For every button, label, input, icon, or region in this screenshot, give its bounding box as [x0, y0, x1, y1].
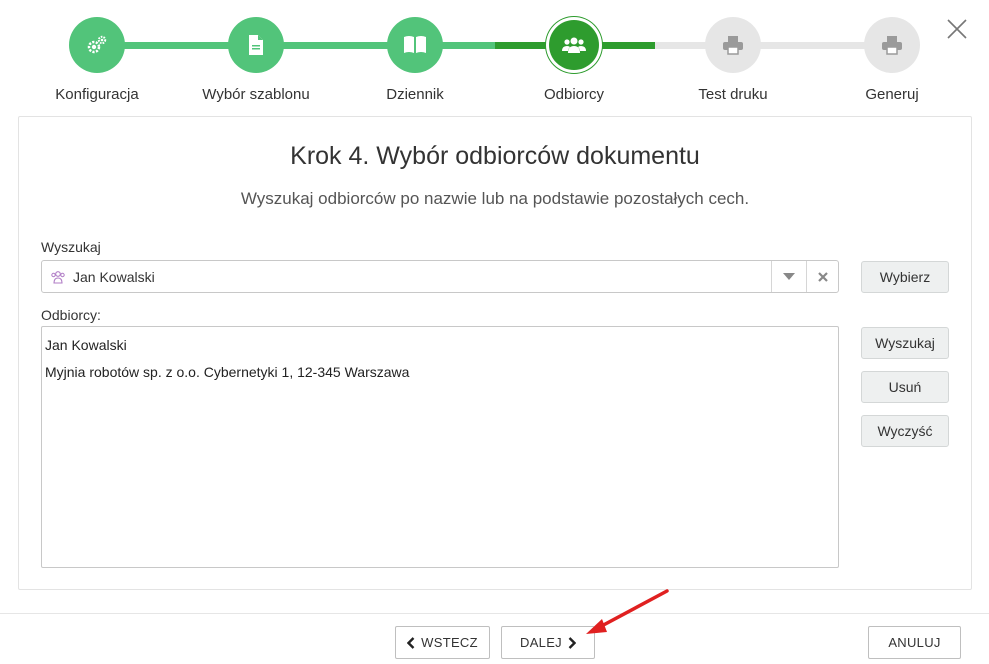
users-icon [562, 37, 586, 53]
cancel-button[interactable]: ANULUJ [868, 626, 961, 659]
step-label-odbiorcy: Odbiorcy [543, 86, 605, 103]
step-label-test-druku: Test druku [698, 86, 768, 103]
users-outline-icon [50, 269, 66, 285]
step-dziennik[interactable] [387, 17, 443, 73]
select-button[interactable]: Wybierz [861, 261, 949, 293]
recipient-line: Myjnia robotów sp. z o.o. Cybernetyki 1,… [45, 364, 410, 380]
dropdown-button[interactable] [771, 261, 806, 292]
step-generuj [864, 17, 920, 73]
step-label-generuj: Generuj [865, 86, 919, 103]
page-title: Krok 4. Wybór odbiorców dokumentu [290, 142, 700, 170]
step-wybor-szablonu[interactable] [228, 17, 284, 73]
chevron-right-icon [568, 636, 576, 649]
x-icon [818, 271, 828, 282]
search-input[interactable]: Jan Kowalski [73, 269, 155, 285]
page-subtitle: Wyszukaj odbiorców po nazwie lub na pods… [240, 189, 750, 208]
step-label-konfiguracja: Konfiguracja [55, 86, 139, 103]
recipients-label: Odbiorcy: [41, 307, 101, 323]
printer-icon [723, 36, 743, 55]
step-label-dziennik: Dziennik [386, 86, 444, 103]
book-icon [404, 36, 426, 53]
search-button[interactable]: Wyszukaj [861, 327, 949, 359]
step-odbiorcy[interactable] [549, 20, 599, 70]
main-panel: Krok 4. Wybór odbiorców dokumentu Wyszuk… [18, 116, 972, 590]
step-test-druku [705, 17, 761, 73]
printer-icon [882, 36, 902, 55]
recipients-textarea[interactable]: Jan Kowalski Myjnia robotów sp. z o.o. C… [41, 326, 839, 568]
caret-down-icon [783, 272, 795, 280]
remove-button[interactable]: Usuń [861, 371, 949, 403]
wizard-stepper: Konfiguracja Wybór szablonu Dziennik Odb… [0, 0, 989, 112]
step-label-wybor-szablonu: Wybór szablonu [202, 86, 310, 103]
search-select[interactable]: Jan Kowalski [41, 260, 839, 293]
progress-track-todo [655, 42, 893, 49]
recipient-line: Jan Kowalski [45, 337, 127, 353]
footer-divider [0, 613, 989, 614]
search-label: Wyszukaj [41, 239, 101, 255]
clear-button[interactable]: Wyczyść [861, 415, 949, 447]
back-button[interactable]: WSTECZ [395, 626, 490, 659]
close-icon [947, 19, 967, 39]
back-button-label: WSTECZ [421, 635, 478, 650]
chevron-left-icon [407, 636, 415, 649]
document-icon [249, 35, 263, 55]
step-konfiguracja[interactable] [69, 17, 125, 73]
gears-icon [87, 35, 107, 54]
close-button[interactable] [945, 17, 969, 41]
clear-selection-button[interactable] [806, 261, 839, 292]
annotation-arrow [586, 589, 669, 634]
next-button-label: DALEJ [520, 635, 562, 650]
